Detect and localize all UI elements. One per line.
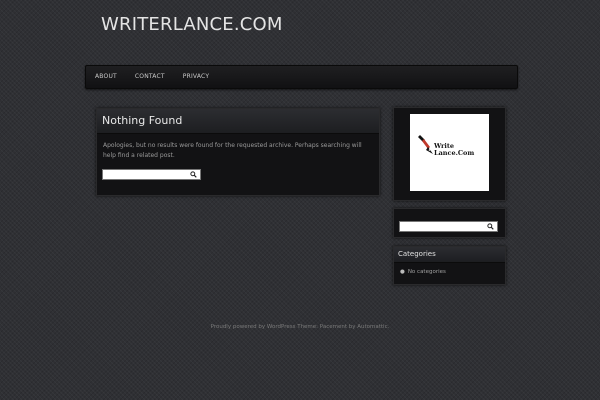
search-icon[interactable] [487,223,494,230]
content-header: Nothing Found [97,109,379,134]
main-navigation: ABOUT CONTACT PRIVACY [85,65,518,89]
nav-item-privacy[interactable]: PRIVACY [174,66,218,88]
list-item: ● No categories [400,269,505,275]
logo-line-2: Lance.Com [434,149,475,157]
site-title[interactable]: WRITERLANCE.COM [101,14,283,35]
logo-image[interactable]: Write Lance.Com [410,114,489,191]
content-panel: Nothing Found Apologies, but no results … [96,108,380,196]
sidebar-search-widget [393,208,506,240]
content-search-box [102,169,201,188]
sidebar-search-box [399,221,498,240]
bullet-icon: ● [400,269,405,275]
pen-nib-icon [418,135,433,154]
categories-title: Categories [394,247,505,263]
content-search-input[interactable] [103,179,189,188]
categories-widget: Categories ● No categories [393,246,506,285]
page-title: Nothing Found [102,114,183,127]
nav-item-about[interactable]: ABOUT [86,66,126,88]
theme-credit-link[interactable]: Theme: Pacement by Automattic. [297,324,389,330]
no-categories-text: No categories [407,269,446,275]
logo-wordmark: Write Lance.Com [434,143,474,157]
no-results-message: Apologies, but no results were found for… [103,142,362,159]
powered-by-link[interactable]: Proudly powered by WordPress [211,324,296,330]
sidebar-logo-widget: Write Lance.Com [393,107,506,201]
search-icon[interactable] [190,171,197,178]
sidebar-search-input[interactable] [400,231,486,240]
nav-item-contact[interactable]: CONTACT [126,66,174,88]
site-footer: Proudly powered by WordPress Theme: Pace… [0,324,600,330]
